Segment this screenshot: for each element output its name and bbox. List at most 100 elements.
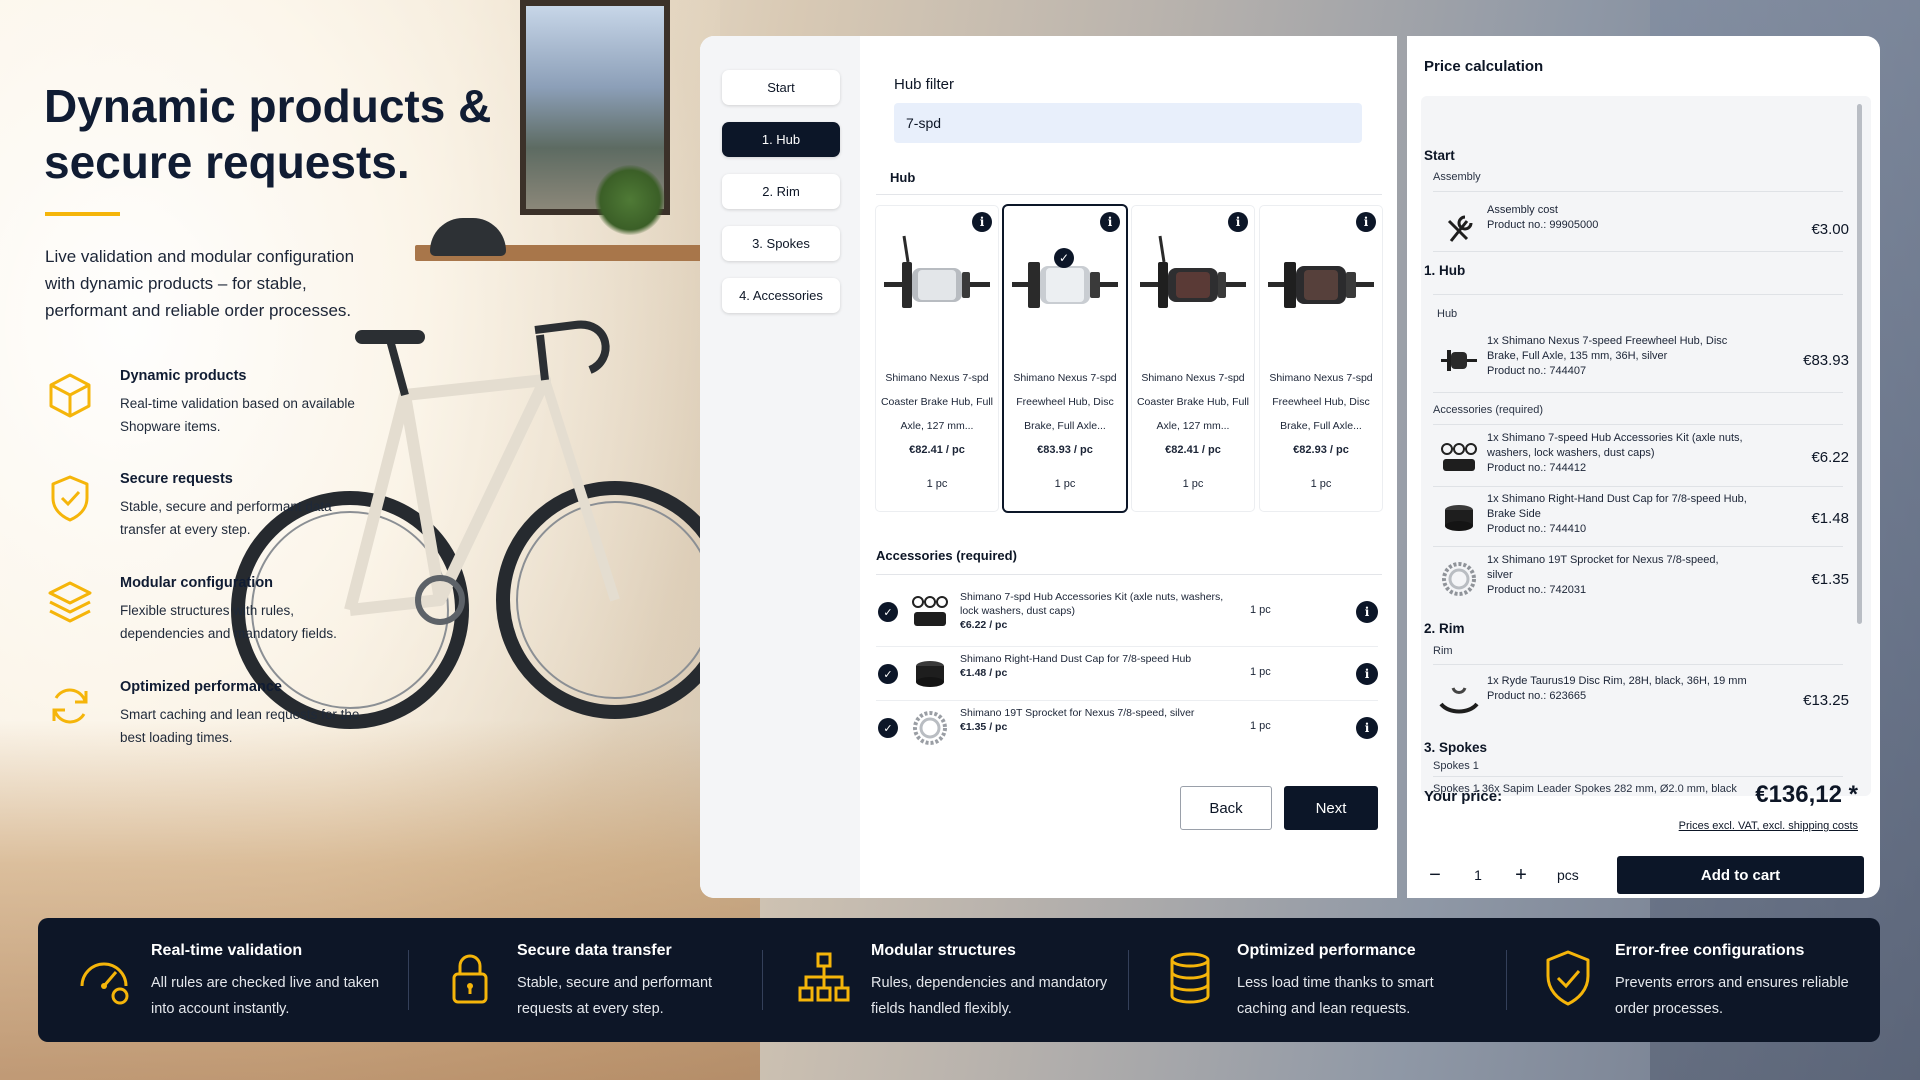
quantity-value[interactable]: 1 bbox=[1453, 867, 1503, 883]
accessory-price: €1.35 / pc bbox=[960, 721, 1008, 733]
price-line-item: 1x Shimano Nexus 7-speed Freewheel Hub, … bbox=[1439, 334, 1849, 390]
hub-icon bbox=[1441, 350, 1477, 371]
benefit-title: Secure data transfer bbox=[517, 942, 672, 959]
product-name: Shimano Nexus 7-spd Freewheel Hub, Disc … bbox=[1013, 372, 1117, 432]
product-card-selected[interactable]: i ✓ Shimano Nexus 7-spd Freewheel Hub, D… bbox=[1004, 206, 1126, 511]
hierarchy-icon bbox=[798, 952, 850, 1002]
divider bbox=[876, 646, 1378, 647]
feature-title: Optimized performance bbox=[120, 679, 282, 695]
benefit-title: Error-free configurations bbox=[1615, 942, 1805, 959]
benefit-title: Real-time validation bbox=[151, 942, 303, 959]
price-line-amount: €3.00 bbox=[1811, 221, 1849, 238]
line-product-no: Product no.: 744410 bbox=[1487, 523, 1587, 535]
divider bbox=[1433, 546, 1843, 547]
feature-modular-configuration: Modular configuration Flexible structure… bbox=[45, 575, 365, 655]
step-hub[interactable]: 1. Hub bbox=[722, 122, 840, 157]
benefit-text: Stable, secure and performant requests a… bbox=[517, 975, 713, 1017]
hub-icon bbox=[1012, 262, 1118, 308]
refresh-icon bbox=[52, 688, 88, 724]
product-card[interactable]: i Shimano Nexus 7-spd Freewheel Hub, Dis… bbox=[1260, 206, 1382, 511]
benefit-text: Less load time thanks to smart caching a… bbox=[1237, 975, 1434, 1017]
step-accessories[interactable]: 4. Accessories bbox=[722, 278, 840, 313]
price-line-text: 1x Shimano Right-Hand Dust Cap for 7/8-s… bbox=[1487, 492, 1747, 537]
separator bbox=[408, 950, 409, 1010]
check-icon: ✓ bbox=[1054, 248, 1074, 268]
separator bbox=[1506, 950, 1507, 1010]
accessory-name: Shimano Right-Hand Dust Cap for 7/8-spee… bbox=[960, 653, 1192, 665]
accessory-qty: 1 pc bbox=[1250, 720, 1271, 732]
product-name: Shimano Nexus 7-spd Coaster Brake Hub, F… bbox=[880, 372, 994, 432]
info-icon[interactable]: i bbox=[1356, 663, 1378, 685]
hero-accent-rule bbox=[45, 212, 120, 216]
step-spokes[interactable]: 3. Spokes bbox=[722, 226, 840, 261]
accessory-text: Shimano 19T Sprocket for Nexus 7/8-speed… bbox=[960, 706, 1225, 734]
accessories-section-title: Accessories (required) bbox=[876, 548, 1017, 563]
accessory-qty: 1 pc bbox=[1250, 666, 1271, 678]
line-description: Assembly cost bbox=[1487, 204, 1558, 216]
next-button[interactable]: Next bbox=[1284, 786, 1378, 830]
cube-icon bbox=[49, 373, 91, 418]
hub-icon bbox=[884, 235, 990, 308]
vat-shipping-link[interactable]: Prices excl. VAT, excl. shipping costs bbox=[1679, 820, 1858, 832]
accessory-name: Shimano 7-spd Hub Accessories Kit (axle … bbox=[960, 591, 1224, 617]
hero-title: Dynamic products & secure requests. bbox=[44, 80, 492, 188]
scrollbar[interactable] bbox=[1857, 104, 1862, 624]
product-qty: 1 pc bbox=[1182, 478, 1204, 490]
product-card[interactable]: i Shimano Nexus 7-spd Coaster Brake Hub,… bbox=[876, 206, 998, 511]
accessory-row[interactable]: ✓ Shimano 19T Sprocket for Nexus 7/8-spe… bbox=[876, 704, 1378, 758]
sprocket-icon bbox=[1442, 562, 1476, 596]
accessory-qty: 1 pc bbox=[1250, 604, 1271, 616]
line-product-no: Product no.: 623665 bbox=[1487, 690, 1587, 702]
shield-check-icon bbox=[51, 475, 89, 522]
group-title: 3. Spokes bbox=[1424, 740, 1488, 755]
accessory-row[interactable]: ✓ Shimano 7-spd Hub Accessories Kit (axl… bbox=[876, 588, 1378, 642]
line-product-no: Product no.: 742031 bbox=[1487, 584, 1587, 596]
benefit-text: All rules are checked live and taken int… bbox=[151, 975, 380, 1017]
info-icon[interactable]: i bbox=[1356, 601, 1378, 623]
line-description: 1x Shimano Right-Hand Dust Cap for 7/8-s… bbox=[1487, 493, 1747, 520]
feature-title: Modular configuration bbox=[120, 575, 274, 591]
step-rim[interactable]: 2. Rim bbox=[722, 174, 840, 209]
product-qty: 1 pc bbox=[926, 478, 948, 490]
info-icon[interactable]: i bbox=[1228, 212, 1248, 232]
product-card[interactable]: i Shimano Nexus 7-spd Coaster Brake Hub,… bbox=[1132, 206, 1254, 511]
line-description: 1x Shimano 7-speed Hub Accessories Kit (… bbox=[1487, 432, 1743, 459]
benefits-bar: Real-time validation All rules are check… bbox=[38, 918, 1880, 1042]
check-icon[interactable]: ✓ bbox=[878, 718, 898, 738]
decrease-quantity-button[interactable]: − bbox=[1417, 856, 1453, 894]
back-button[interactable]: Back bbox=[1180, 786, 1272, 830]
feature-text: Flexible structures with rules, dependen… bbox=[120, 603, 337, 641]
accessory-row[interactable]: ✓ Shimano Right-Hand Dust Cap for 7/8-sp… bbox=[876, 650, 1378, 704]
divider bbox=[1433, 776, 1843, 777]
feature-text: Smart caching and lean requests for the … bbox=[120, 707, 360, 745]
price-breakdown-list[interactable]: Start Assembly Assembly cost Product no.:… bbox=[1421, 96, 1871, 796]
divider bbox=[1433, 392, 1843, 393]
increase-quantity-button[interactable]: + bbox=[1503, 856, 1539, 894]
step-start[interactable]: Start bbox=[722, 70, 840, 105]
info-icon[interactable]: i bbox=[1100, 212, 1120, 232]
price-line-text: 1x Shimano 7-speed Hub Accessories Kit (… bbox=[1487, 431, 1747, 476]
add-to-cart-button[interactable]: Add to cart bbox=[1617, 856, 1864, 894]
benefit-title: Modular structures bbox=[871, 942, 1016, 959]
group-sub: Accessories (required) bbox=[1433, 404, 1544, 416]
database-icon bbox=[1170, 952, 1210, 1004]
dust-cap-icon bbox=[916, 661, 944, 687]
check-icon[interactable]: ✓ bbox=[878, 664, 898, 684]
accessory-text: Shimano 7-spd Hub Accessories Kit (axle … bbox=[960, 590, 1225, 632]
hub-kit-icon bbox=[912, 596, 948, 626]
padlock-icon bbox=[452, 954, 488, 1004]
hub-filter-input[interactable] bbox=[894, 103, 1362, 143]
info-icon[interactable]: i bbox=[1356, 717, 1378, 739]
check-icon[interactable]: ✓ bbox=[878, 602, 898, 622]
info-icon[interactable]: i bbox=[972, 212, 992, 232]
shield-check-icon bbox=[1546, 950, 1590, 1006]
divider bbox=[1433, 294, 1843, 295]
hub-filter-label: Hub filter bbox=[894, 76, 955, 93]
divider bbox=[876, 194, 1382, 195]
step-navigation: Start 1. Hub 2. Rim 3. Spokes 4. Accesso… bbox=[700, 36, 860, 898]
info-icon[interactable]: i bbox=[1356, 212, 1376, 232]
price-line-amount: €6.22 bbox=[1811, 449, 1849, 466]
product-qty: 1 pc bbox=[1054, 478, 1076, 490]
price-line-amount: €1.35 bbox=[1811, 571, 1849, 588]
price-line-text: 1x Ryde Taurus19 Disc Rim, 28H, black, 3… bbox=[1487, 674, 1747, 704]
